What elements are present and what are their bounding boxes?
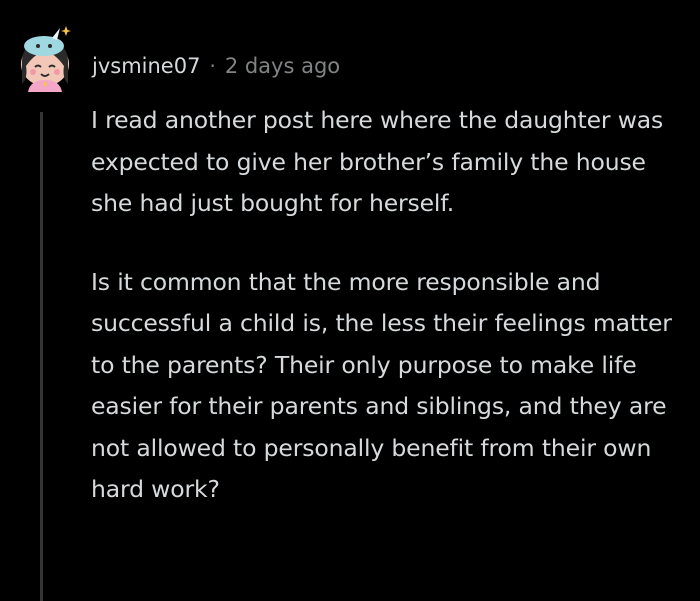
snoo-avatar-icon <box>21 26 71 92</box>
user-avatar[interactable] <box>14 22 76 92</box>
timestamp[interactable]: 2 days ago <box>225 54 340 78</box>
thread-collapse-line[interactable] <box>40 112 43 601</box>
comment-paragraph: I read another post here where the daugh… <box>91 106 664 217</box>
meta-separator: · <box>209 54 216 78</box>
comment-header: jvsmine07 · 2 days ago <box>92 50 340 82</box>
comment: jvsmine07 · 2 days ago I read another po… <box>0 0 700 601</box>
username-link[interactable]: jvsmine07 <box>92 54 200 78</box>
comment-body: I read another post here where the daugh… <box>91 100 691 511</box>
comment-paragraph: Is it common that the more responsible a… <box>91 267 672 504</box>
